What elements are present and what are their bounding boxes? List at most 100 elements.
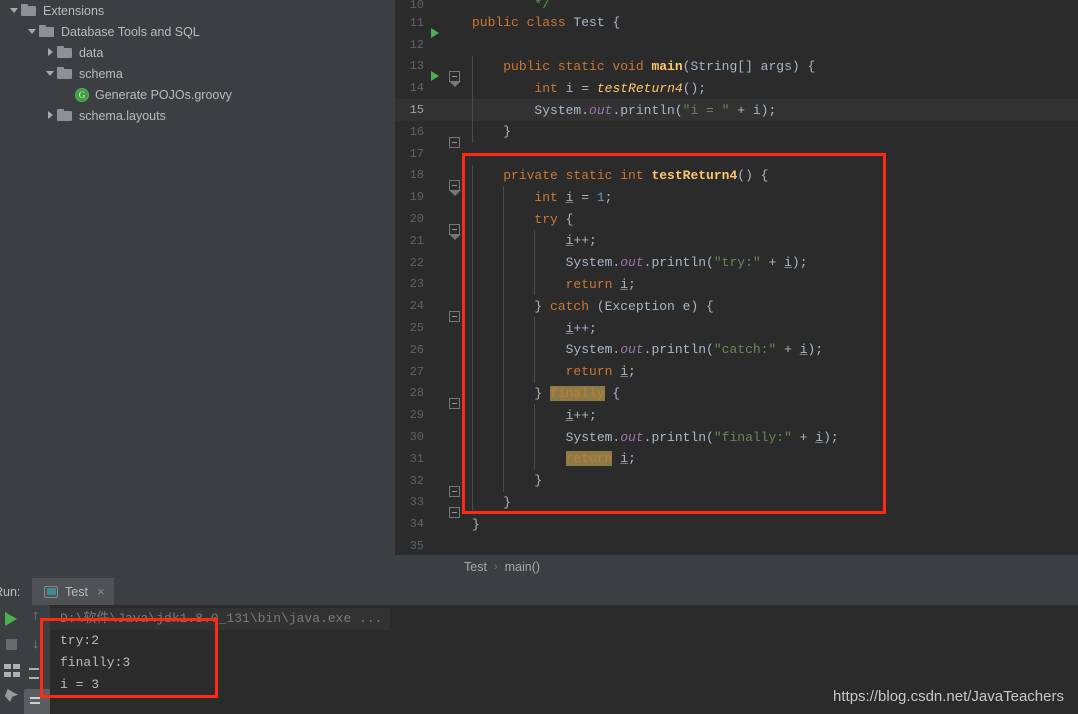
indent-guide bbox=[472, 447, 473, 470]
stop-button[interactable] bbox=[0, 631, 24, 657]
code-line[interactable]: 34} bbox=[395, 513, 1078, 535]
code-line[interactable]: 16 } bbox=[395, 120, 1078, 148]
code-token: ); bbox=[807, 342, 824, 358]
editor-left-gap bbox=[0, 555, 395, 578]
tree-item[interactable]: G Generate POJOs.groovy bbox=[0, 84, 395, 105]
tree-item-label: schema bbox=[79, 66, 123, 81]
print-button[interactable] bbox=[24, 689, 50, 714]
indent-guide bbox=[472, 404, 473, 427]
code-token: try bbox=[534, 211, 558, 227]
indent-guide bbox=[503, 295, 505, 318]
indent-guide bbox=[503, 469, 505, 492]
line-number: 30 bbox=[409, 430, 424, 445]
code-token: + bbox=[776, 342, 800, 358]
code-line[interactable]: 30 System.out.println("finally:" + i); bbox=[395, 426, 1078, 448]
code-token: int bbox=[534, 189, 566, 205]
code-token: + bbox=[760, 255, 785, 271]
run-tab-bar: Run: Test × bbox=[0, 578, 1078, 605]
chevron-down-icon[interactable] bbox=[8, 4, 21, 17]
indent-guide bbox=[472, 120, 473, 143]
indent-guide bbox=[472, 491, 473, 514]
code-line[interactable]: 23 return i; bbox=[395, 273, 1078, 296]
code-line[interactable]: 13 public static void main(String[] args… bbox=[395, 55, 1078, 88]
tree-item[interactable]: Extensions bbox=[0, 0, 395, 21]
folder-icon bbox=[57, 109, 73, 122]
code-line[interactable]: 17 bbox=[395, 143, 1078, 165]
code-line[interactable]: 21 i++; bbox=[395, 229, 1078, 252]
console-output-line: finally:3 bbox=[60, 655, 131, 670]
scroll-up-button[interactable] bbox=[24, 605, 50, 633]
watermark: https://blog.csdn.net/JavaTeachers bbox=[833, 688, 1064, 705]
line-number: 25 bbox=[409, 321, 424, 336]
pin-icon[interactable] bbox=[0, 683, 24, 709]
soft-wrap-button[interactable] bbox=[24, 661, 50, 689]
indent-guide bbox=[472, 273, 473, 296]
code-token: + i); bbox=[729, 102, 777, 118]
tree-item[interactable]: data bbox=[0, 42, 395, 63]
code-line[interactable]: 18 private static int testReturn4() { bbox=[395, 164, 1078, 197]
code-line[interactable]: 11 public class Test { bbox=[395, 12, 1078, 38]
code-line[interactable]: 20 try { bbox=[395, 208, 1078, 241]
code-token: .println( bbox=[643, 342, 714, 358]
code-token: testReturn4 bbox=[651, 167, 738, 183]
code-editor[interactable]: 10 */11 public class Test {12 13 public st… bbox=[395, 0, 1078, 555]
code-token: "try:" bbox=[713, 255, 761, 271]
code-line[interactable]: 12 bbox=[395, 34, 1078, 56]
code-line[interactable]: 29 i++; bbox=[395, 404, 1078, 427]
code-text: System.out.println("i = " + i); bbox=[466, 103, 776, 118]
line-number: 31 bbox=[409, 451, 424, 466]
chevron-down-icon[interactable] bbox=[26, 25, 39, 38]
code-line[interactable]: 25 i++; bbox=[395, 317, 1078, 339]
close-icon[interactable]: × bbox=[97, 584, 105, 599]
code-text: */ bbox=[466, 0, 550, 12]
code-text: } bbox=[466, 517, 480, 532]
chevron-right-icon[interactable] bbox=[44, 109, 57, 122]
indent-guide bbox=[534, 426, 536, 448]
tree-item[interactable]: Database Tools and SQL bbox=[0, 21, 395, 42]
code-line[interactable]: 32 } bbox=[395, 469, 1078, 497]
scroll-down-button[interactable] bbox=[24, 633, 50, 661]
code-token: i bbox=[815, 429, 824, 445]
indent-guide bbox=[534, 404, 536, 427]
code-token: main bbox=[651, 58, 683, 74]
code-line[interactable]: 10 */ bbox=[395, 0, 1078, 12]
code-line[interactable]: 24 } catch (Exception e) { bbox=[395, 295, 1078, 323]
folder-icon bbox=[21, 4, 37, 17]
breadcrumb-item-method[interactable]: main() bbox=[505, 560, 540, 574]
code-token: testReturn4 bbox=[596, 80, 683, 96]
chevron-down-icon[interactable] bbox=[44, 67, 57, 80]
code-token: { bbox=[604, 15, 621, 31]
code-text: int i = 1; bbox=[466, 190, 612, 205]
indent-guide bbox=[534, 338, 536, 361]
settings-button[interactable] bbox=[0, 657, 24, 683]
code-token: ); bbox=[791, 255, 808, 271]
line-number: 34 bbox=[409, 517, 424, 532]
code-line[interactable]: 31 return i; bbox=[395, 447, 1078, 470]
code-line[interactable]: 22 System.out.println("try:" + i); bbox=[395, 251, 1078, 274]
code-line[interactable]: 35 bbox=[395, 535, 1078, 555]
code-token: .println( bbox=[643, 255, 714, 271]
code-line[interactable]: 27 return i; bbox=[395, 360, 1078, 383]
rerun-button[interactable] bbox=[0, 605, 24, 631]
code-token: = bbox=[573, 189, 597, 205]
tree-item[interactable]: schema bbox=[0, 63, 395, 84]
code-line[interactable]: 15 System.out.println("i = " + i); bbox=[395, 99, 1078, 121]
code-line[interactable]: 19 int i = 1; bbox=[395, 186, 1078, 209]
code-token: ; bbox=[604, 189, 613, 205]
line-number: 16 bbox=[409, 124, 424, 139]
run-tab-test[interactable]: Test × bbox=[32, 578, 114, 605]
code-token: ); bbox=[823, 429, 839, 445]
code-token: ++; bbox=[573, 407, 597, 423]
code-line[interactable]: 33 } bbox=[395, 491, 1078, 519]
breadcrumb-separator-icon: › bbox=[493, 560, 498, 573]
tree-item[interactable]: schema.layouts bbox=[0, 105, 395, 126]
code-line[interactable]: 28 } finally { bbox=[395, 382, 1078, 410]
breadcrumb-item-class[interactable]: Test bbox=[464, 560, 487, 574]
code-line[interactable]: 14 int i = testReturn4(); bbox=[395, 77, 1078, 100]
code-line[interactable]: 26 System.out.println("catch:" + i); bbox=[395, 338, 1078, 361]
chevron-right-icon[interactable] bbox=[44, 46, 57, 59]
